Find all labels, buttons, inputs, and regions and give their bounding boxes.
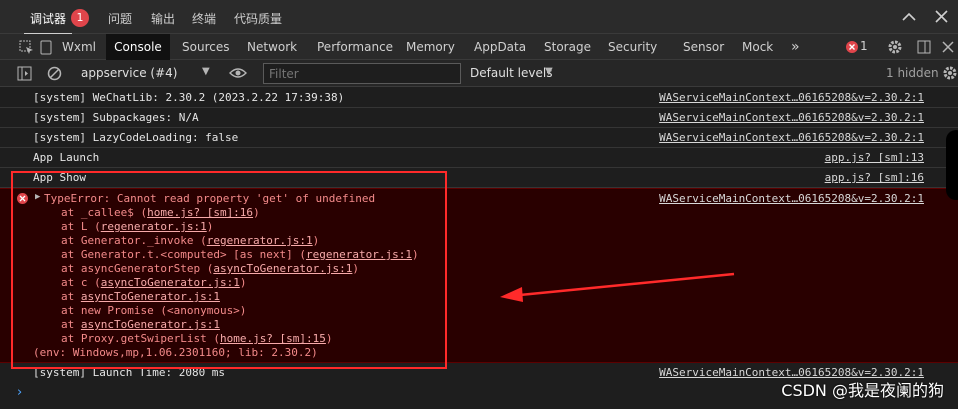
more-tabs-button[interactable]: » [783,34,808,60]
error-log-entry: ▶ TypeError: Cannot read property 'get' … [0,188,958,363]
error-icon [17,193,28,204]
error-env-info: (env: Windows,mp,1.06.2301160; lib: 2.30… [33,346,318,359]
stack-frame: at Generator.t.<computed> [as next] (reg… [61,248,419,261]
log-message: [system] Subpackages: N/A [33,111,199,124]
log-row: App Show app.js? [sm]:16 [0,168,958,188]
clear-console-icon[interactable] [47,66,62,81]
tab-memory[interactable]: Memory [398,34,463,60]
inspect-element-icon[interactable] [19,40,34,55]
context-selector[interactable]: appservice (#4) [81,66,177,80]
tab-network[interactable]: Network [239,34,305,60]
stack-frame: at asyncToGenerator.js:1 [61,290,220,303]
tab-debugger[interactable]: 调试器 [23,10,73,35]
error-count[interactable]: 1 [860,39,868,53]
log-row: [system] Subpackages: N/A WAServiceMainC… [0,108,958,128]
close-devtools-icon[interactable] [941,40,955,54]
log-message: [system] Launch Time: 2080 ms [33,366,226,379]
stack-frame: at asyncGeneratorStep (asyncToGenerator.… [61,262,360,275]
tab-code-quality[interactable]: 代码质量 [234,10,282,27]
log-row: App Launch app.js? [sm]:13 [0,148,958,168]
log-row: [system] WeChatLib: 2.30.2 (2023.2.22 17… [0,88,958,108]
stack-frame-link[interactable]: regenerator.js:1 [306,248,412,261]
prompt-chevron-icon: › [17,385,23,400]
log-levels-dropdown[interactable]: Default levels [470,66,552,80]
stack-frame: at asyncToGenerator.js:1 [61,318,220,331]
stack-frame: at Generator._invoke (regenerator.js:1) [61,234,320,247]
log-source-link[interactable]: app.js? [sm]:13 [825,148,924,168]
hidden-count: 1 hidden [886,66,939,80]
tab-sensor[interactable]: Sensor [675,34,732,60]
tab-sources[interactable]: Sources [174,34,237,60]
log-row: [system] LazyCodeLoading: false WAServic… [0,128,958,148]
stack-frame-link[interactable]: regenerator.js:1 [207,234,313,247]
tab-problems[interactable]: 问题 [108,10,132,27]
log-message: App Launch [33,151,100,164]
stack-frame-link[interactable]: asyncToGenerator.js:1 [81,318,220,331]
log-source-link[interactable]: WAServiceMainContext…06165208&v=2.30.2:1 [659,128,924,148]
error-circle-icon [846,41,858,53]
devtools-tab-bar: Wxml Console Sources Network Performance… [0,34,958,60]
chevron-up-icon[interactable] [902,12,916,22]
device-toolbar-icon[interactable] [39,40,54,55]
eye-icon[interactable] [229,67,247,79]
log-source-link[interactable]: app.js? [sm]:16 [825,168,924,188]
log-source-link[interactable]: WAServiceMainContext…06165208&v=2.30.2:1 [659,88,924,108]
stack-frame: at new Promise (<anonymous>) [61,304,247,317]
console-toolbar: appservice (#4) ▼ Default levels ▼ 1 hid… [0,60,958,87]
tab-security[interactable]: Security [600,34,665,60]
error-message: TypeError: Cannot read property 'get' of… [44,192,376,205]
annotation-arrow-icon [500,272,735,302]
log-source-link[interactable]: WAServiceMainContext…06165208&v=2.30.2:1 [659,108,924,128]
panel-tab-bar: 调试器 1 问题 输出 终端 代码质量 [0,0,958,35]
stack-frame: at Proxy.getSwiperList (home.js? [sm]:15… [61,332,333,345]
debugger-error-badge: 1 [71,9,89,27]
console-settings-icon[interactable] [942,65,958,81]
stack-frame: at c (asyncToGenerator.js:1) [61,276,247,289]
tab-mock[interactable]: Mock [734,34,781,60]
error-source-link[interactable]: WAServiceMainContext…06165208&v=2.30.2:1 [659,192,924,205]
tab-storage[interactable]: Storage [536,34,599,60]
levels-chevron-icon[interactable]: ▼ [545,66,553,77]
sidebar-toggle-icon[interactable] [17,66,32,81]
stack-frame-link[interactable]: home.js? [sm]:16 [147,206,253,219]
expand-caret-icon[interactable]: ▶ [35,192,40,202]
chevron-down-icon[interactable]: ▼ [202,66,210,77]
log-message: [system] WeChatLib: 2.30.2 (2023.2.22 17… [33,91,345,104]
tab-performance[interactable]: Performance [309,34,401,60]
stack-frame-link[interactable]: home.js? [sm]:15 [220,332,326,345]
log-message: [system] LazyCodeLoading: false [33,131,239,144]
tab-appdata[interactable]: AppData [466,34,534,60]
tab-output[interactable]: 输出 [151,10,175,27]
gear-icon[interactable] [887,39,903,55]
log-message: App Show [33,171,86,184]
close-icon[interactable] [935,10,948,23]
watermark: CSDN @我是夜阑的狗 [781,381,944,400]
stack-frame: at L (regenerator.js:1) [61,220,214,233]
stack-frame-link[interactable]: asyncToGenerator.js:1 [81,290,220,303]
cursor-shadow [946,130,958,200]
stack-frame-link[interactable]: asyncToGenerator.js:1 [101,276,240,289]
filter-input[interactable] [263,63,461,84]
stack-frame-link[interactable]: asyncToGenerator.js:1 [213,262,352,275]
tab-console[interactable]: Console [106,34,170,60]
tab-wxml[interactable]: Wxml [54,34,104,60]
dock-side-icon[interactable] [917,40,931,54]
stack-frame-link[interactable]: regenerator.js:1 [101,220,207,233]
stack-frame: at _callee$ (home.js? [sm]:16) [61,206,260,219]
tab-terminal[interactable]: 终端 [192,10,216,27]
